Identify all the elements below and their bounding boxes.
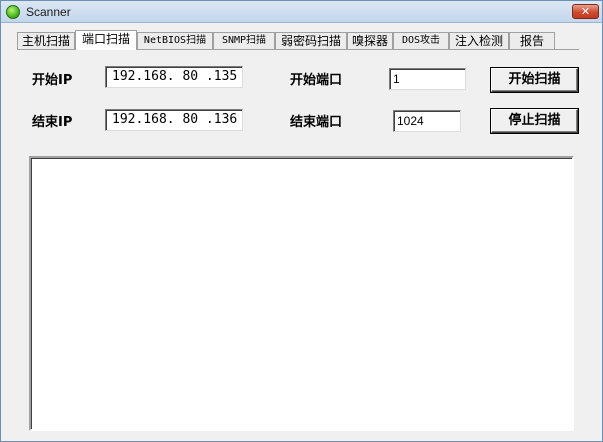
start-ip-label: 开始IP: [32, 73, 73, 88]
end-ip-label: 结束IP: [32, 115, 73, 130]
tab-dos-attack[interactable]: DOS攻击: [393, 32, 449, 50]
end-port-field[interactable]: 1024: [393, 110, 461, 132]
scan-results-area[interactable]: [29, 156, 574, 431]
tab-host-scan[interactable]: 主机扫描: [17, 32, 75, 50]
tab-netbios-scan[interactable]: NetBIOS扫描: [137, 32, 213, 50]
tab-weak-password-scan[interactable]: 弱密码扫描: [275, 32, 347, 50]
tab-report[interactable]: 报告: [509, 32, 555, 50]
tab-sniffer[interactable]: 嗅探器: [347, 32, 393, 50]
tab-injection-detect[interactable]: 注入检测: [449, 32, 509, 50]
stop-scan-button[interactable]: 停止扫描: [491, 109, 578, 133]
start-port-label: 开始端口: [290, 73, 343, 88]
window-title: Scanner: [26, 5, 71, 19]
end-port-label: 结束端口: [290, 115, 343, 130]
tab-port-scan[interactable]: 端口扫描: [75, 30, 137, 50]
green-orb-icon: [6, 5, 20, 19]
start-port-field[interactable]: 1: [389, 68, 466, 90]
start-ip-field[interactable]: 192.168. 80 .135: [105, 66, 243, 88]
close-button[interactable]: ✕: [572, 4, 599, 19]
start-scan-button[interactable]: 开始扫描: [491, 68, 578, 92]
title-bar[interactable]: Scanner ✕: [1, 1, 602, 23]
tab-snmp-scan[interactable]: SNMP扫描: [213, 32, 275, 50]
scanner-window: Scanner ✕ 主机扫描 端口扫描 NetBIOS扫描 SNMP扫描 弱密码…: [0, 0, 603, 442]
end-ip-field[interactable]: 192.168. 80 .136: [105, 109, 243, 131]
